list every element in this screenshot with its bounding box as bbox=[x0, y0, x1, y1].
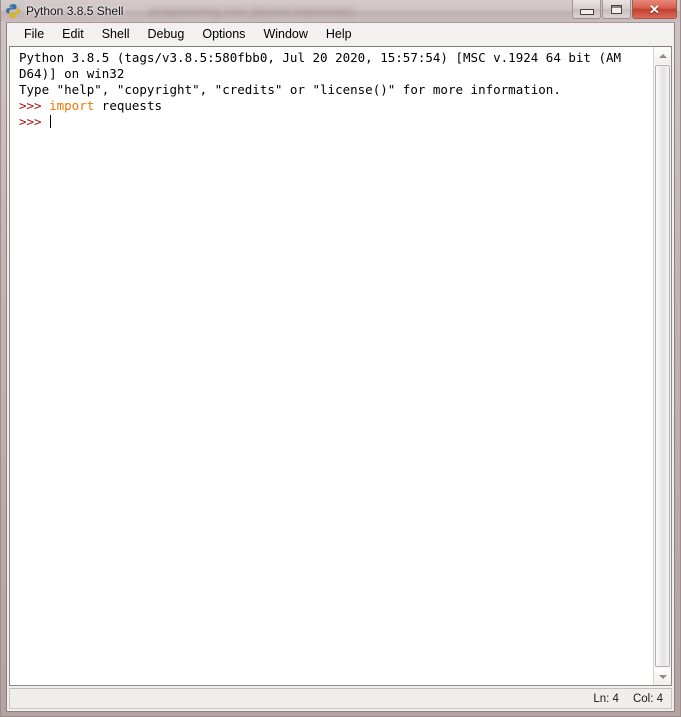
python-logo-icon bbox=[5, 3, 21, 19]
scrollbar-track[interactable] bbox=[654, 64, 671, 668]
menu-item-help[interactable]: Help bbox=[317, 25, 361, 43]
close-button[interactable]: ✕ bbox=[632, 0, 677, 19]
menu-item-debug[interactable]: Debug bbox=[139, 25, 194, 43]
client-area: File Edit Shell Debug Options Window Hel… bbox=[6, 22, 675, 712]
status-column-number: Col: 4 bbox=[632, 692, 663, 705]
prompt-line-1: >>> bbox=[19, 98, 50, 113]
scroll-down-button[interactable] bbox=[654, 668, 671, 685]
menu-item-edit[interactable]: Edit bbox=[53, 25, 93, 43]
module-name-requests: requests bbox=[94, 98, 162, 113]
banner-line-1: Python 3.8.5 (tags/v3.8.5:580fbb0, Jul 2… bbox=[19, 50, 622, 65]
maximize-icon bbox=[611, 4, 622, 14]
window-controls: ✕ bbox=[572, 0, 677, 19]
keyword-import: import bbox=[49, 98, 95, 113]
minimize-icon bbox=[579, 8, 594, 15]
arrow-up-icon bbox=[658, 53, 667, 58]
menu-bar: File Edit Shell Debug Options Window Hel… bbox=[7, 23, 674, 46]
arrow-down-icon bbox=[658, 674, 667, 679]
title-bar[interactable]: Python 3.8.5 Shell programming.com (blur… bbox=[1, 0, 680, 22]
menu-item-options[interactable]: Options bbox=[193, 25, 254, 43]
banner-line-3: Type "help", "copyright", "credits" or "… bbox=[19, 82, 561, 97]
menu-item-shell[interactable]: Shell bbox=[93, 25, 139, 43]
status-bar: Ln: 4 Col: 4 bbox=[9, 688, 672, 709]
maximize-button[interactable] bbox=[602, 0, 631, 19]
banner-line-2: D64)] on win32 bbox=[19, 66, 125, 81]
menu-item-file[interactable]: File bbox=[15, 25, 53, 43]
window-frame: Python 3.8.5 Shell programming.com (blur… bbox=[0, 0, 681, 717]
minimize-button[interactable] bbox=[572, 0, 601, 19]
scrollbar-thumb[interactable] bbox=[655, 65, 670, 667]
prompt-line-2: >>> bbox=[19, 114, 50, 129]
close-icon: ✕ bbox=[649, 1, 660, 17]
editor-container: Python 3.8.5 (tags/v3.8.5:580fbb0, Jul 2… bbox=[9, 46, 672, 686]
window-title: Python 3.8.5 Shell bbox=[26, 4, 124, 18]
shell-output-area[interactable]: Python 3.8.5 (tags/v3.8.5:580fbb0, Jul 2… bbox=[10, 47, 653, 685]
menu-item-window[interactable]: Window bbox=[254, 25, 316, 43]
text-caret bbox=[50, 115, 52, 128]
scroll-up-button[interactable] bbox=[654, 47, 671, 64]
status-line-number: Ln: 4 bbox=[593, 692, 619, 705]
vertical-scrollbar[interactable] bbox=[653, 47, 671, 685]
